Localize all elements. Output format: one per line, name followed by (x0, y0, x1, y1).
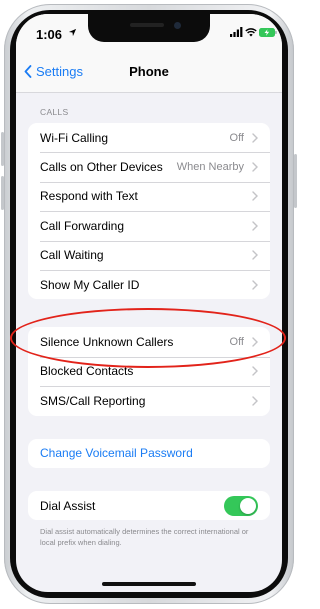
row-label: Call Waiting (40, 248, 104, 263)
sms-call-reporting-row[interactable]: SMS/Call Reporting (28, 386, 270, 415)
row-label: Wi-Fi Calling (40, 130, 109, 145)
row-label: Dial Assist (40, 498, 96, 513)
chevron-right-icon (252, 279, 258, 290)
calls-on-other-devices-row[interactable]: Calls on Other Devices When Nearby (28, 152, 270, 181)
row-label: Show My Caller ID (40, 277, 140, 292)
dial-assist-row: Dial Assist (28, 491, 270, 520)
chevron-right-icon (252, 132, 258, 143)
dial-assist-toggle[interactable] (224, 495, 258, 516)
dial-assist-group: Dial Assist (28, 490, 270, 521)
chevron-right-icon (252, 250, 258, 260)
respond-with-text-row[interactable]: Respond with Text (28, 181, 270, 211)
row-label: Call Forwarding (40, 218, 125, 233)
voicemail-group: Change Voicemail Password (28, 438, 270, 468)
settings-content: CALLS Wi-Fi Calling Off Calls on Other D… (16, 93, 282, 548)
status-time: 1:06 (36, 27, 63, 42)
calls-group: Wi-Fi Calling Off Calls on Other Devices… (28, 123, 270, 300)
call-forwarding-row[interactable]: Call Forwarding (28, 211, 270, 240)
row-value: When Nearby (176, 161, 244, 174)
chevron-right-icon (252, 396, 258, 406)
chevron-right-icon (252, 366, 258, 377)
chevron-right-icon (252, 162, 258, 172)
power-button-hardware (294, 154, 297, 208)
silence-unknown-callers-row[interactable]: Silence Unknown Callers Off (28, 327, 270, 356)
volume-up-button-hardware (1, 132, 4, 166)
call-waiting-row[interactable]: Call Waiting (28, 240, 270, 270)
home-indicator (102, 582, 196, 586)
wifi-icon (245, 28, 257, 37)
change-voicemail-password-link[interactable]: Change Voicemail Password (28, 439, 270, 468)
speaker-grille (130, 23, 164, 27)
toggle-knob (240, 497, 256, 514)
chevron-right-icon (252, 191, 258, 202)
chevron-right-icon (252, 337, 258, 347)
row-label: Silence Unknown Callers (40, 335, 174, 350)
calls-section-header: CALLS (40, 107, 69, 117)
phone-screen: 1:06 Settings Phone CALLS Wi-Fi Calling … (16, 14, 282, 592)
notch (88, 14, 210, 42)
row-value: Off (229, 131, 244, 144)
row-label: Blocked Contacts (40, 364, 134, 379)
blocking-group: Silence Unknown Callers Off Blocked Cont… (28, 327, 270, 416)
nav-bar: Settings Phone (16, 50, 282, 93)
chevron-right-icon (252, 221, 258, 231)
dial-assist-footnote: Dial assist automatically determines the… (40, 527, 249, 548)
volume-down-button-hardware (1, 176, 4, 210)
row-value: Off (229, 336, 244, 349)
wifi-calling-row[interactable]: Wi-Fi Calling Off (28, 123, 270, 152)
row-label: SMS/Call Reporting (40, 393, 146, 408)
row-label: Respond with Text (40, 189, 138, 204)
location-arrow-icon (68, 28, 77, 37)
page-title: Phone (129, 64, 169, 79)
show-my-caller-id-row[interactable]: Show My Caller ID (28, 269, 270, 299)
row-label: Change Voicemail Password (40, 446, 193, 461)
row-label: Calls on Other Devices (40, 160, 163, 175)
blocked-contacts-row[interactable]: Blocked Contacts (28, 356, 270, 386)
battery-charging-icon (259, 28, 277, 37)
front-camera-icon (174, 22, 181, 29)
signal-icon (230, 27, 243, 37)
